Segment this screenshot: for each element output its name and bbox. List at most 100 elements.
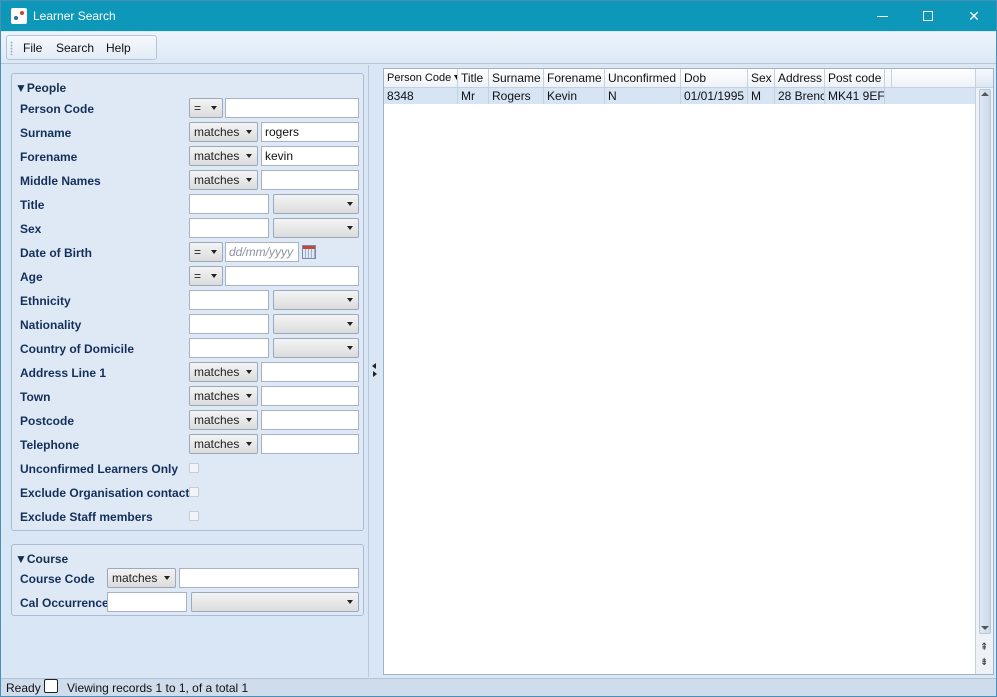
- status-checkbox[interactable]: [44, 679, 58, 693]
- chevron-down-icon: [347, 322, 353, 326]
- postcode-input[interactable]: [261, 410, 359, 430]
- col-post-code[interactable]: Post code: [825, 69, 885, 88]
- age-input[interactable]: [225, 266, 359, 286]
- minimize-icon: [876, 15, 888, 17]
- person-code-operator[interactable]: =: [189, 98, 223, 118]
- course-code-operator[interactable]: matches: [107, 568, 176, 588]
- status-ready: Ready: [6, 681, 41, 695]
- collapse-left-icon[interactable]: [372, 363, 376, 369]
- ethnicity-select[interactable]: [273, 290, 359, 310]
- col-person-code[interactable]: Person Code: [384, 69, 458, 88]
- surname-input[interactable]: rogers: [261, 122, 359, 142]
- col-unconfirmed[interactable]: Unconfirmed: [605, 69, 681, 88]
- ethnicity-input[interactable]: [189, 290, 269, 310]
- panel-splitter[interactable]: [369, 65, 380, 677]
- col-sex[interactable]: Sex: [748, 69, 775, 88]
- sex-select[interactable]: [273, 218, 359, 238]
- menu-file[interactable]: File: [23, 41, 42, 55]
- age-operator[interactable]: =: [189, 266, 223, 286]
- middle-names-operator[interactable]: matches: [189, 170, 258, 190]
- surname-operator[interactable]: matches: [189, 122, 258, 142]
- col-dob[interactable]: Dob: [681, 69, 748, 88]
- results-grid: Person Code Title Surname Forename Uncon…: [383, 68, 994, 675]
- telephone-input[interactable]: [261, 434, 359, 454]
- forename-operator[interactable]: matches: [189, 146, 258, 166]
- exclude-org-checkbox[interactable]: [189, 487, 199, 497]
- scroll-up-icon[interactable]: [981, 92, 989, 96]
- person-code-input[interactable]: [225, 98, 359, 118]
- expand-right-icon[interactable]: [373, 371, 377, 377]
- cell-unconfirmed: N: [605, 88, 681, 104]
- minimize-button[interactable]: [859, 1, 905, 31]
- nationality-select[interactable]: [273, 314, 359, 334]
- cal-occurrence-label: Cal Occurrence: [20, 596, 109, 610]
- close-button[interactable]: ✕: [951, 1, 997, 31]
- cell-post-code: MK41 9EF: [825, 88, 885, 104]
- learner-search-window: Learner Search ✕ File Search Help ▼Peopl…: [0, 0, 997, 697]
- menu-help[interactable]: Help: [106, 41, 131, 55]
- status-record-info: Viewing records 1 to 1, of a total 1: [67, 681, 249, 695]
- col-title[interactable]: Title: [458, 69, 489, 88]
- title-select[interactable]: [273, 194, 359, 214]
- address-operator[interactable]: matches: [189, 362, 258, 382]
- course-group-title[interactable]: ▼Course: [15, 552, 68, 566]
- exclude-staff-label: Exclude Staff members: [20, 510, 153, 524]
- scroll-top-icon[interactable]: ⇞: [980, 642, 988, 653]
- middle-names-input[interactable]: [261, 170, 359, 190]
- cell-dob: 01/01/1995: [681, 88, 748, 104]
- cal-occurrence-select[interactable]: [191, 592, 359, 612]
- col-address[interactable]: Address: [775, 69, 825, 88]
- people-group-title[interactable]: ▼People: [15, 81, 66, 95]
- chevron-down-icon: [246, 370, 252, 374]
- exclude-staff-checkbox[interactable]: [189, 511, 199, 521]
- window-title: Learner Search: [33, 9, 116, 23]
- chevron-down-icon: [246, 130, 252, 134]
- vertical-scrollbar[interactable]: ⇞ ⇟: [975, 69, 993, 674]
- chevron-down-icon: [347, 600, 353, 604]
- address-label: Address Line 1: [20, 366, 107, 380]
- chevron-down-icon: [164, 576, 170, 580]
- ethnicity-label: Ethnicity: [20, 294, 71, 308]
- menu-search[interactable]: Search: [56, 41, 94, 55]
- menu-bar: File Search Help: [1, 32, 996, 64]
- dob-input[interactable]: dd/mm/yyyy: [225, 242, 299, 262]
- title-input[interactable]: [189, 194, 269, 214]
- dob-operator[interactable]: =: [189, 242, 223, 262]
- sex-label: Sex: [20, 222, 42, 236]
- country-input[interactable]: [189, 338, 269, 358]
- cell-sex: M: [748, 88, 775, 104]
- col-forename[interactable]: Forename: [544, 69, 605, 88]
- scrollbar-thumb[interactable]: [979, 89, 991, 634]
- forename-input[interactable]: kevin: [261, 146, 359, 166]
- middle-names-label: Middle Names: [20, 174, 101, 188]
- chevron-down-icon: [347, 202, 353, 206]
- cal-occurrence-input[interactable]: [107, 592, 187, 612]
- address-input[interactable]: [261, 362, 359, 382]
- scrollbar-corner: [976, 69, 993, 88]
- maximize-button[interactable]: [905, 1, 951, 31]
- scroll-down-icon[interactable]: [981, 626, 989, 630]
- chevron-down-icon: [211, 106, 217, 110]
- scroll-bottom-icon[interactable]: ⇟: [980, 657, 988, 668]
- town-input[interactable]: [261, 386, 359, 406]
- unconfirmed-only-checkbox[interactable]: [189, 463, 199, 473]
- town-operator[interactable]: matches: [189, 386, 258, 406]
- cell-person-code: 8348: [384, 88, 458, 104]
- chevron-down-icon: [246, 442, 252, 446]
- postcode-operator[interactable]: matches: [189, 410, 258, 430]
- course-code-input[interactable]: [179, 568, 359, 588]
- grid-header: Person Code Title Surname Forename Uncon…: [384, 69, 993, 88]
- telephone-operator[interactable]: matches: [189, 434, 258, 454]
- grip-icon[interactable]: [10, 41, 13, 55]
- status-bar: Ready Viewing records 1 to 1, of a total…: [1, 678, 996, 696]
- country-select[interactable]: [273, 338, 359, 358]
- nationality-input[interactable]: [189, 314, 269, 334]
- col-surname[interactable]: Surname: [489, 69, 544, 88]
- calendar-icon[interactable]: [302, 245, 316, 259]
- age-label: Age: [20, 270, 43, 284]
- unconfirmed-only-label: Unconfirmed Learners Only: [20, 462, 179, 476]
- sex-input[interactable]: [189, 218, 269, 238]
- table-row[interactable]: 8348 Mr Rogers Kevin N 01/01/1995 M 28 B…: [384, 88, 975, 104]
- chevron-down-icon: [246, 178, 252, 182]
- course-code-label: Course Code: [20, 572, 95, 586]
